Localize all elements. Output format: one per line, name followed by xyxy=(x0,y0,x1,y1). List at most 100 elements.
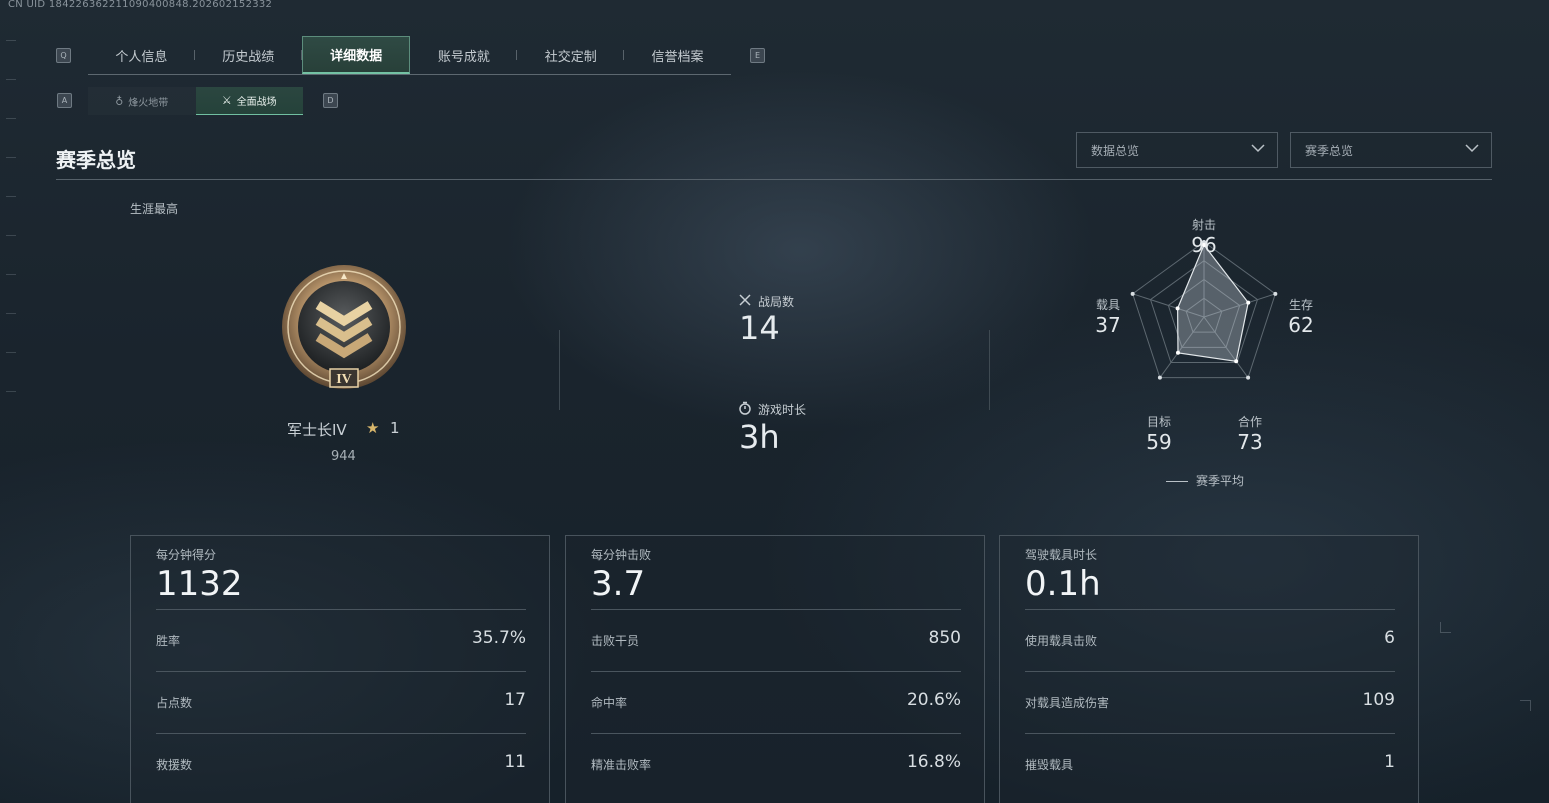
tab-achievements[interactable]: 账号成就 xyxy=(410,36,518,74)
career-best-label: 生涯最高 xyxy=(130,202,179,216)
radar-value-objective: 59 xyxy=(1146,430,1172,454)
card-row: 摧毁载具 1 xyxy=(1025,733,1395,796)
row-value: 16.8% xyxy=(906,752,961,772)
tab-match-history[interactable]: 历史战绩 xyxy=(195,36,302,74)
radar-value-point xyxy=(1234,359,1239,364)
row-value: 11 xyxy=(504,752,526,772)
tab-reputation[interactable]: 信誉档案 xyxy=(624,36,731,74)
section-divider xyxy=(56,179,1492,180)
radar-label-vehicle: 载具 xyxy=(1095,298,1120,312)
page-title: 赛季总览 xyxy=(56,148,136,172)
subtab-all-out-warfare[interactable]: ⚔ 全面战场 xyxy=(195,87,303,115)
edge-decoration xyxy=(6,40,26,460)
subtab-next-key[interactable]: D xyxy=(323,93,338,108)
corner-decoration xyxy=(1520,700,1531,711)
row-label: 对载具造成伤害 xyxy=(1025,696,1110,710)
subtab-hazard-zone-label: 烽火地带 xyxy=(128,97,169,109)
card-row: 精准击败率 16.8% xyxy=(591,733,961,796)
flame-icon: ♁ xyxy=(115,94,124,108)
star-icon: ★ xyxy=(366,419,380,437)
subtab-hazard-zone[interactable]: ♁ 烽火地带 xyxy=(88,87,196,115)
radar-value-vehicle: 37 xyxy=(1095,313,1121,337)
row-value: 1 xyxy=(1384,752,1395,772)
radar-axis-dot xyxy=(1157,375,1162,380)
ability-radar: 射击 96 生存 62 合作 73 目标 59 载具 37 xyxy=(1070,205,1350,470)
column-divider xyxy=(559,330,560,410)
playtime-label: 游戏时长 xyxy=(758,403,807,417)
row-value: 850 xyxy=(928,628,961,648)
card-row: 击败干员 850 xyxy=(591,609,961,672)
radar-axis-dot xyxy=(1130,291,1135,296)
chevron-down-icon xyxy=(1465,144,1479,153)
subtab-prev-key[interactable]: A xyxy=(57,93,72,108)
radar-value-shooting: 96 xyxy=(1191,233,1217,257)
tab-detailed-data[interactable]: 详细数据 xyxy=(301,36,411,74)
row-label: 胜率 xyxy=(156,634,181,648)
card-row: 使用载具击败 6 xyxy=(1025,609,1395,672)
row-label: 救援数 xyxy=(156,758,193,772)
row-value: 109 xyxy=(1362,690,1395,710)
radar-value-area xyxy=(1177,243,1249,362)
rank-name: 军士长IV xyxy=(287,421,347,439)
data-overview-dropdown-label: 数据总览 xyxy=(1091,143,1140,158)
matches-value: 14 xyxy=(739,309,780,347)
row-value: 17 xyxy=(504,690,526,710)
row-value: 35.7% xyxy=(471,628,526,648)
matches-label: 战局数 xyxy=(758,295,795,309)
data-overview-dropdown[interactable]: 数据总览 xyxy=(1076,132,1278,168)
column-divider xyxy=(989,330,990,410)
vehicle-card: 驾驶载具时长 0.1h 使用载具击败 6 对载具造成伤害 109 摧毁载具 1 xyxy=(999,535,1419,803)
radar-label-survival: 生存 xyxy=(1288,298,1313,312)
row-label: 精准击败率 xyxy=(591,758,652,772)
svg-text:IV: IV xyxy=(336,372,352,387)
chevron-down-icon xyxy=(1251,144,1265,153)
rank-emblem-icon: IV xyxy=(282,265,406,389)
row-value: 20.6% xyxy=(906,690,961,710)
card-row: 胜率 35.7% xyxy=(156,609,526,672)
card-row: 对载具造成伤害 109 xyxy=(1025,671,1395,734)
radar-value-point xyxy=(1175,306,1180,311)
card-value: 0.1h xyxy=(1025,564,1101,604)
row-label: 占点数 xyxy=(156,696,193,710)
row-label: 摧毁载具 xyxy=(1025,758,1074,772)
crossed-swords-icon xyxy=(739,294,751,306)
radar-value-survival: 62 xyxy=(1288,313,1314,337)
stopwatch-icon xyxy=(739,401,751,415)
radar-label-objective: 目标 xyxy=(1146,415,1171,429)
kills-card: 每分钟击败 3.7 击败干员 850 命中率 20.6% 精准击败率 16.8% xyxy=(565,535,985,803)
radar-value-point xyxy=(1246,300,1251,305)
radar-label-shooting: 射击 xyxy=(1191,218,1216,232)
card-row: 救援数 11 xyxy=(156,733,526,796)
tab-prev-key[interactable]: Q xyxy=(56,48,71,63)
radar-value-cooperation: 73 xyxy=(1237,430,1263,454)
radar-value-point xyxy=(1175,350,1180,355)
rank-score: 944 xyxy=(331,449,356,464)
row-label: 击败干员 xyxy=(591,634,640,648)
tab-social-custom[interactable]: 社交定制 xyxy=(517,36,624,74)
radar-label-cooperation: 合作 xyxy=(1237,415,1262,429)
radar-axis-dot xyxy=(1246,375,1251,380)
main-tabs: 个人信息 历史战绩 详细数据 账号成就 社交定制 信誉档案 xyxy=(88,36,731,75)
card-row: 命中率 20.6% xyxy=(591,671,961,734)
subtab-all-out-warfare-label: 全面战场 xyxy=(236,97,277,108)
rank-stars: 1 xyxy=(390,419,400,437)
card-value: 3.7 xyxy=(591,564,646,604)
row-label: 命中率 xyxy=(591,696,628,710)
card-title: 每分钟击败 xyxy=(591,548,652,562)
tab-next-key[interactable]: E xyxy=(750,48,765,63)
radar-axis-dot xyxy=(1273,291,1278,296)
corner-decoration xyxy=(1440,622,1451,633)
season-overview-dropdown[interactable]: 赛季总览 xyxy=(1290,132,1492,168)
tab-personal-info[interactable]: 个人信息 xyxy=(88,36,195,74)
radar-legend-label: 赛季平均 xyxy=(1196,474,1245,488)
card-title: 驾驶载具时长 xyxy=(1025,548,1098,562)
playtime-value: 3h xyxy=(739,418,780,456)
mode-subtabs: ♁ 烽火地带 ⚔ 全面战场 xyxy=(88,87,303,115)
season-overview-dropdown-label: 赛季总览 xyxy=(1305,143,1354,158)
radar-legend: 赛季平均 xyxy=(1166,472,1244,489)
row-label: 使用载具击败 xyxy=(1025,634,1098,648)
row-value: 6 xyxy=(1384,628,1395,648)
score-card: 每分钟得分 1132 胜率 35.7% 占点数 17 救援数 11 xyxy=(130,535,550,803)
battlefield-icon: ⚔ xyxy=(221,94,232,107)
legend-line-icon xyxy=(1166,481,1188,482)
